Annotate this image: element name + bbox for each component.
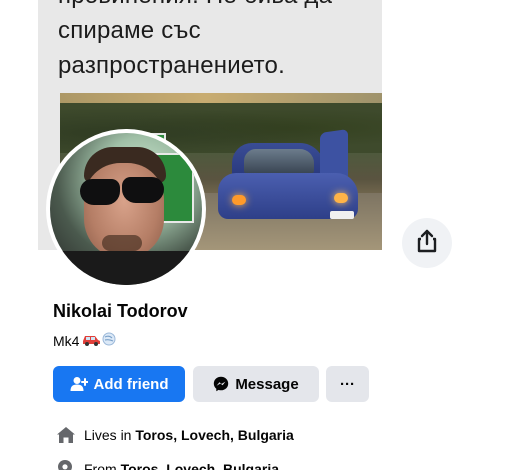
location-pin-icon [56,459,78,470]
add-friend-button[interactable]: Add friend [53,366,185,402]
profile-name: Nikolai Todorov [53,301,188,321]
more-icon: ··· [340,375,355,393]
add-friend-label: Add friend [93,375,169,393]
messenger-icon [213,376,229,392]
detail-lives-in: Lives in Toros, Lovech, Bulgaria [56,426,294,444]
lives-in-place[interactable]: Toros, Lovech, Bulgaria [135,427,293,443]
share-button[interactable] [402,218,452,268]
profile-avatar[interactable] [46,129,206,289]
lives-in-prefix: Lives in [84,427,132,443]
post-text-line: спираме със [58,17,201,44]
post-text: провинения. Не бива да спираме със разпр… [58,0,378,83]
car-photo-subject [210,129,360,231]
user-plus-icon [70,376,88,392]
post-text-line: провинения. Не бива да [58,0,378,13]
from-prefix: From [84,461,117,470]
message-button[interactable]: Message [193,366,319,402]
message-label: Message [235,375,299,393]
bio-text: Mk4 [53,332,80,349]
post-text-line: разпространението. [58,52,285,79]
from-place[interactable]: Toros, Lovech, Bulgaria [121,461,279,470]
profile-bio: Mk4 [53,331,117,350]
car-emoji-icon [81,332,101,349]
home-icon [56,426,78,444]
more-options-button[interactable]: ··· [326,366,369,402]
detail-from: From Toros, Lovech, Bulgaria [56,459,279,470]
share-icon [416,229,438,258]
profile-page: провинения. Не бива да спираме със разпр… [0,0,520,470]
wind-emoji-icon [101,331,117,350]
